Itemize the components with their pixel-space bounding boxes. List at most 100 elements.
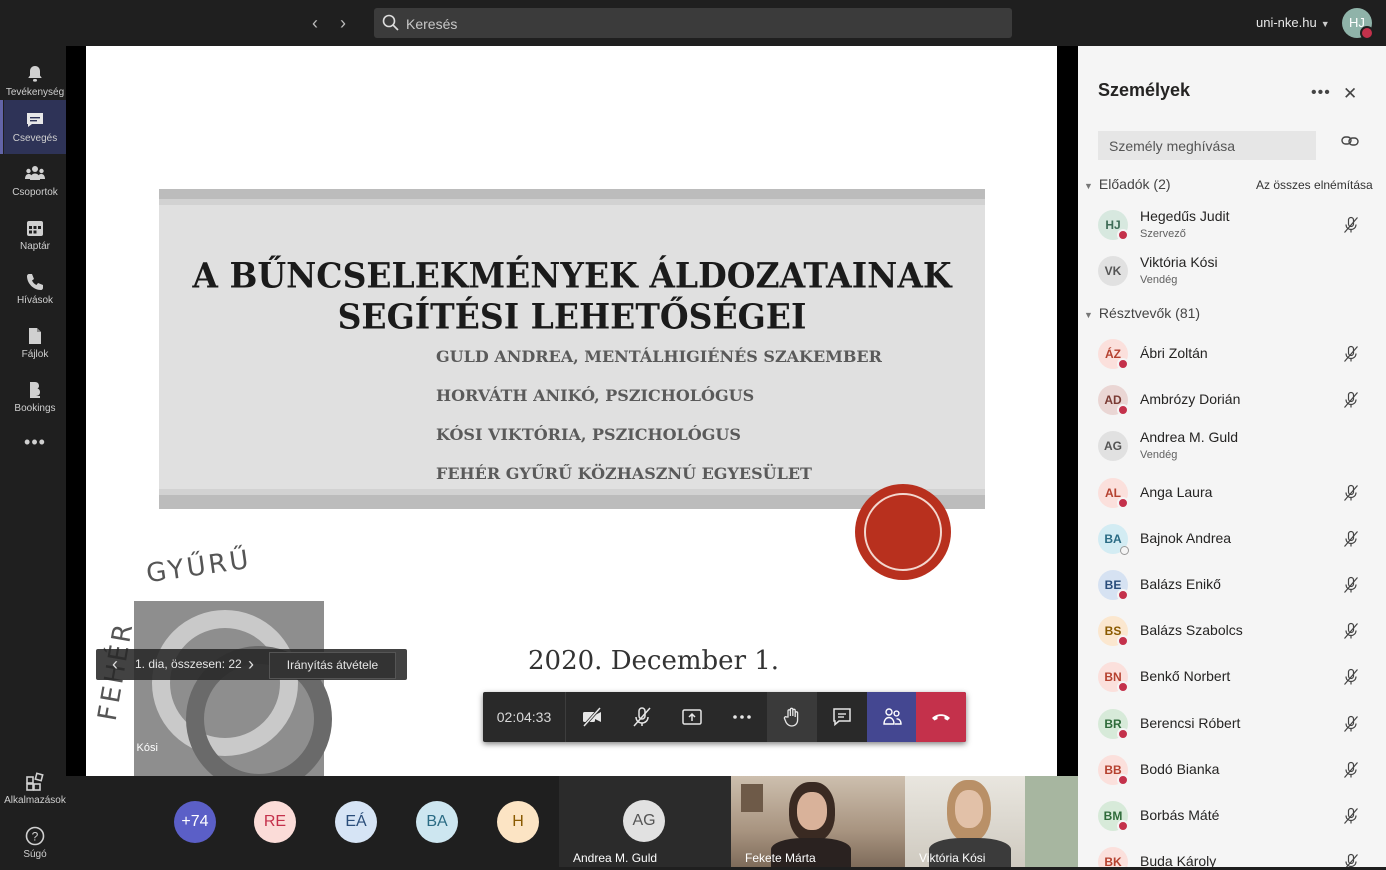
mic-muted-icon[interactable] (1342, 576, 1360, 599)
more-actions-button[interactable] (717, 692, 767, 742)
rail-item-calendar[interactable]: Naptár (4, 208, 66, 262)
share-button[interactable] (667, 692, 717, 742)
raise-hand-button[interactable] (767, 692, 817, 742)
camera-toggle-button[interactable] (567, 692, 617, 742)
slide-counter: 1. dia, összesen: 22 (135, 657, 242, 671)
section-label: Résztvevők (1098, 305, 1172, 321)
slide-author-line: GULD ANDREA, MENTÁLHIGIÉNÉS SZAKEMBER (436, 347, 882, 366)
panel-more-options-button[interactable]: ••• (1311, 84, 1331, 102)
participant-avatar[interactable]: RE (254, 801, 296, 843)
participant-avatar: BB (1098, 754, 1129, 786)
rail-label: Csevegés (12, 133, 58, 144)
profile-avatar[interactable]: HJ (1342, 8, 1374, 40)
collapse-icon: ▼ (1084, 310, 1093, 320)
participant-row[interactable]: ÁZ Ábri Zoltán (1078, 331, 1386, 377)
mic-muted-icon[interactable] (1342, 391, 1360, 414)
mute-all-button[interactable]: Az összes elnémítása (1256, 178, 1373, 192)
take-control-button[interactable]: Irányítás átvétele (269, 652, 396, 679)
participant-row[interactable]: HJ Hegedűs Judit Szervező (1078, 202, 1386, 248)
mic-muted-icon[interactable] (1342, 853, 1360, 867)
video-background-frame (741, 784, 763, 812)
show-participants-button[interactable] (867, 692, 917, 742)
rail-item-chat[interactable]: Csevegés (0, 100, 66, 154)
avatar-text: EÁ (345, 813, 367, 830)
section-label: Előadók (1098, 176, 1150, 192)
previous-slide-button[interactable]: ‹ (106, 655, 124, 673)
participant-row[interactable]: BB Bodó Bianka (1078, 747, 1386, 793)
participant-avatar: BK (1098, 847, 1129, 867)
close-panel-button[interactable]: ✕ (1343, 84, 1357, 104)
rail-label: Fájlok (21, 349, 49, 360)
hang-up-button[interactable] (916, 692, 966, 742)
title-bar: ‹ › uni-nke.hu▼ HJ (0, 0, 1386, 46)
show-conversation-button[interactable] (817, 692, 867, 742)
camera-off-icon (582, 707, 602, 727)
collapse-icon: ▼ (1084, 181, 1093, 191)
participant-avatar[interactable]: H (497, 801, 539, 843)
participant-video-tile[interactable]: Fekete Márta (731, 776, 905, 867)
calendar-icon (27, 221, 43, 236)
mic-toggle-button[interactable] (617, 692, 667, 742)
slide-title: A BŰNCSELEKMÉNYEK ÁLDOZATAINAK SEGÍTÉSI … (192, 255, 952, 337)
presence-busy-icon (1117, 820, 1129, 832)
participant-row[interactable]: VK Viktória Kósi Vendég (1078, 248, 1386, 294)
attendees-section-header[interactable]: ▼ Résztvevők (81) (1084, 305, 1200, 321)
mic-muted-icon[interactable] (1342, 345, 1360, 368)
participant-row[interactable]: BM Borbás Máté (1078, 793, 1386, 839)
mic-muted-icon[interactable] (1342, 807, 1360, 830)
more-apps-button[interactable]: ••• (4, 426, 66, 456)
presence-busy-icon (1117, 404, 1129, 417)
file-icon (29, 328, 41, 344)
participant-avatar[interactable]: EÁ (335, 801, 377, 843)
rail-label: Súgó (23, 849, 47, 860)
mic-muted-icon[interactable] (1342, 530, 1360, 553)
participant-row[interactable]: BK Buda Károly (1078, 839, 1386, 867)
next-slide-button[interactable]: › (242, 655, 260, 673)
copy-link-icon[interactable] (1341, 135, 1359, 147)
participant-row[interactable]: AG Andrea M. Guld Vendég (1078, 423, 1386, 469)
participant-name: Viktória Kósi (1140, 254, 1218, 271)
back-button[interactable]: ‹ (304, 12, 326, 34)
people-panel: Személyek ••• ✕ ▼ Előadók (2) Az összes e… (1078, 46, 1386, 867)
search-box[interactable] (374, 8, 1012, 40)
presenters-section-header[interactable]: ▼ Előadók (2) (1084, 176, 1171, 192)
slide-date: 2020. December 1. (528, 646, 780, 676)
invite-person-input[interactable] (1098, 131, 1316, 160)
participant-tile[interactable]: AG Andrea M. Guld (559, 776, 731, 867)
presence-busy-icon (1117, 589, 1129, 601)
tenant-switcher[interactable]: uni-nke.hu ▼ (1256, 15, 1330, 30)
rail-item-calls[interactable]: Hívások (4, 262, 66, 316)
participant-name: Andrea M. Guld (1140, 429, 1239, 446)
rail-item-files[interactable]: Fájlok (4, 316, 66, 370)
participant-row[interactable]: BA Bajnok Andrea (1078, 516, 1386, 562)
mic-off-icon (633, 707, 651, 727)
participant-row[interactable]: AD Ambrózy Dorián (1078, 377, 1386, 423)
section-count: (2) (1153, 176, 1171, 192)
rail-item-bookings[interactable]: Bookings (4, 370, 66, 424)
mic-muted-icon[interactable] (1342, 484, 1360, 507)
participant-row[interactable]: BN Benkő Norbert (1078, 654, 1386, 700)
participant-row[interactable]: BE Balázs Enikő (1078, 562, 1386, 608)
people-icon (883, 708, 902, 725)
apps-icon (26, 772, 44, 791)
participant-row[interactable]: BR Berencsi Róbert (1078, 701, 1386, 747)
rail-item-apps[interactable]: Alkalmazások (4, 762, 66, 816)
participant-row[interactable]: AL Anga Laura (1078, 470, 1386, 516)
participant-avatar[interactable]: BA (416, 801, 458, 843)
mic-muted-icon[interactable] (1342, 216, 1360, 239)
mic-muted-icon[interactable] (1342, 668, 1360, 691)
mic-muted-icon[interactable] (1342, 715, 1360, 738)
forward-button[interactable]: › (332, 12, 354, 34)
rail-item-help[interactable]: ? Súgó (4, 816, 66, 870)
overflow-participants-button[interactable]: +74 (174, 801, 216, 843)
participant-avatar: BE (1098, 570, 1129, 601)
participant-role: Vendég (1140, 274, 1178, 287)
participant-row[interactable]: BS Balázs Szabolcs (1078, 608, 1386, 654)
mic-muted-icon[interactable] (1342, 761, 1360, 784)
rail-label: Naptár (19, 241, 50, 252)
rail-item-teams[interactable]: Csoportok (4, 154, 66, 208)
participant-name: Berencsi Róbert (1140, 714, 1241, 731)
search-input[interactable] (404, 8, 998, 40)
participant-video-tile[interactable]: Viktória Kósi (905, 776, 1078, 867)
mic-muted-icon[interactable] (1342, 622, 1360, 645)
